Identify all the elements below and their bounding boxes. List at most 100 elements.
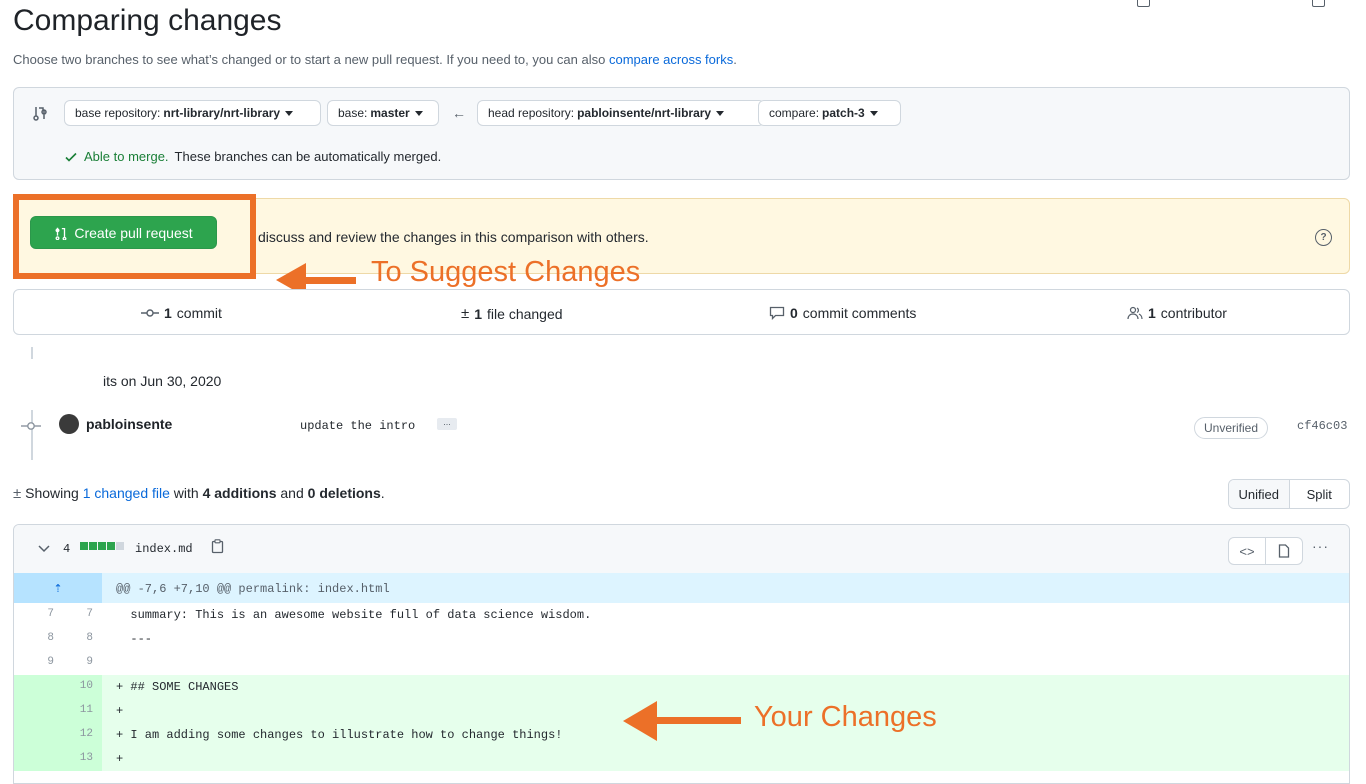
- view-split-button[interactable]: Split: [1290, 480, 1350, 508]
- summary-deletions: 0 deletions: [307, 485, 381, 501]
- avatar[interactable]: [59, 414, 79, 434]
- diff-line-added: 12 + I am adding some changes to illustr…: [14, 723, 1349, 747]
- compare-across-forks-link[interactable]: compare across forks: [609, 52, 733, 67]
- line-code: ---: [116, 632, 153, 646]
- hunk-header-text: @@ -7,6 +7,10 @@ permalink: index.html: [116, 582, 390, 596]
- check-icon: [65, 152, 77, 162]
- expand-up-icon[interactable]: ⇡: [14, 573, 102, 603]
- old-line-number[interactable]: 7: [14, 608, 54, 620]
- question-icon[interactable]: ?: [1315, 229, 1332, 246]
- new-line-number[interactable]: 10: [53, 680, 93, 692]
- arrow-shaft: [650, 717, 741, 724]
- comment-icon: [769, 306, 785, 320]
- contributors-label: contributor: [1160, 305, 1227, 321]
- file-icon[interactable]: [1265, 538, 1302, 564]
- top-checkbox[interactable]: [1137, 0, 1150, 7]
- banner-text: discuss and review the changes in this c…: [258, 229, 649, 245]
- head-repo-prefix: head repository:: [488, 106, 575, 120]
- compare-icon: [33, 107, 47, 121]
- caret-down-icon: [869, 110, 878, 116]
- view-unified-button[interactable]: Unified: [1229, 480, 1290, 508]
- commit-message[interactable]: update the intro: [300, 419, 415, 433]
- diff-line-added: 10 + ## SOME CHANGES: [14, 675, 1349, 699]
- commit-icon: [21, 422, 41, 430]
- base-repository-select[interactable]: base repository: nrt-library/nrt-library: [64, 100, 321, 126]
- commit-sha[interactable]: cf46c03: [1297, 419, 1347, 433]
- new-line-number[interactable]: 8: [53, 632, 93, 644]
- file-actions: <>: [1228, 537, 1303, 565]
- stat-files[interactable]: ± 1 file changed: [461, 305, 563, 322]
- new-line-number[interactable]: 12: [53, 728, 93, 740]
- new-line-number[interactable]: 7: [53, 608, 93, 620]
- diff-summary: ± Showing 1 changed file with 4 addition…: [13, 485, 385, 502]
- file-changes-count: 4: [63, 542, 71, 556]
- stat-commits[interactable]: 1 commit: [141, 305, 222, 321]
- head-repository-select[interactable]: head repository: pabloinsente/nrt-library: [477, 100, 765, 126]
- compare-branch-select[interactable]: compare: patch-3: [758, 100, 901, 126]
- diff-line: 9 9: [14, 651, 1349, 675]
- caret-down-icon: [285, 110, 294, 116]
- head-repo-value: pabloinsente/nrt-library: [577, 106, 712, 120]
- summary-suffix: .: [380, 485, 385, 501]
- old-line-number[interactable]: 8: [14, 632, 54, 644]
- merge-status-strong: Able to merge.: [84, 149, 169, 164]
- merge-status-text: These branches can be automatically merg…: [174, 149, 442, 164]
- base-value: master: [370, 106, 410, 120]
- commit-author[interactable]: pabloinsente: [86, 416, 172, 432]
- hunk-header: ⇡ @@ -7,6 +7,10 @@ permalink: index.html: [14, 573, 1349, 603]
- your-changes-annotation: Your Changes: [754, 701, 937, 733]
- expand-message-button[interactable]: ...: [437, 418, 457, 430]
- commits-date-heading: its on Jun 30, 2020: [103, 373, 222, 389]
- range-editor: base repository: nrt-library/nrt-library …: [13, 87, 1350, 180]
- plus-minus-icon: ±: [13, 485, 22, 502]
- file-header: 4 index.md <> ···: [14, 525, 1349, 574]
- file-diff: 4 index.md <> ··· ⇡ @@ -7,6 +7,10 @@ per…: [13, 524, 1350, 784]
- base-repo-prefix: base repository:: [75, 106, 161, 120]
- base-branch-select[interactable]: base: master: [327, 100, 439, 126]
- compare-prefix: compare:: [769, 106, 820, 120]
- arrow-shaft: [300, 277, 356, 284]
- diff-line: 8 8 ---: [14, 627, 1349, 651]
- line-code: + I am adding some changes to illustrate…: [116, 728, 563, 742]
- people-icon: [1127, 306, 1143, 320]
- diffstat-bar: [80, 542, 124, 550]
- summary-prefix: Showing: [25, 485, 83, 501]
- comments-count: 0: [790, 305, 798, 321]
- page-subtitle: Choose two branches to see what’s change…: [13, 52, 737, 67]
- diff-line: 7 7 summary: This is an awesome website …: [14, 603, 1349, 627]
- commits-label: commit: [176, 305, 222, 321]
- new-line-number[interactable]: 9: [53, 656, 93, 668]
- contributors-count: 1: [1148, 305, 1156, 321]
- verification-badge[interactable]: Unverified: [1194, 417, 1269, 439]
- subtitle-suffix: .: [733, 52, 737, 67]
- stat-comments[interactable]: 0 commit comments: [769, 305, 916, 321]
- kebab-menu-icon[interactable]: ···: [1312, 538, 1329, 554]
- suggest-changes-annotation: To Suggest Changes: [371, 256, 641, 288]
- line-code: +: [116, 752, 124, 766]
- line-code: summary: This is an awesome website full…: [116, 608, 592, 622]
- subtitle-text: Choose two branches to see what’s change…: [13, 52, 609, 67]
- code-view-icon[interactable]: <>: [1229, 538, 1265, 564]
- new-line-number[interactable]: 11: [53, 704, 93, 716]
- diff-view-toggle: Unified Split: [1228, 479, 1350, 509]
- file-name[interactable]: index.md: [135, 542, 193, 556]
- plus-minus-icon: ±: [461, 305, 470, 322]
- diff-line-added: 13 +: [14, 747, 1349, 771]
- caret-down-icon: [414, 110, 423, 116]
- commit-row: pabloinsente update the intro ... Unveri…: [13, 410, 1350, 440]
- new-line-number[interactable]: 13: [53, 752, 93, 764]
- arrow-left-icon: ←: [452, 105, 466, 121]
- copy-icon[interactable]: [211, 539, 224, 554]
- page-title: Comparing changes: [13, 4, 282, 37]
- compare-stats: 1 commit ± 1 file changed 0 commit comments…: [13, 289, 1350, 335]
- line-code: + ## SOME CHANGES: [116, 680, 239, 694]
- chevron-down-icon[interactable]: [38, 544, 50, 554]
- old-line-number[interactable]: 9: [14, 656, 54, 668]
- compare-value: patch-3: [822, 106, 865, 120]
- merge-status: Able to merge. These branches can be aut…: [64, 149, 441, 164]
- stat-contributors[interactable]: 1 contributor: [1127, 305, 1227, 321]
- top-checkbox[interactable]: [1312, 0, 1325, 7]
- changed-file-link[interactable]: 1 changed file: [83, 485, 170, 501]
- files-count: 1: [474, 305, 483, 322]
- files-label: file changed: [487, 305, 563, 322]
